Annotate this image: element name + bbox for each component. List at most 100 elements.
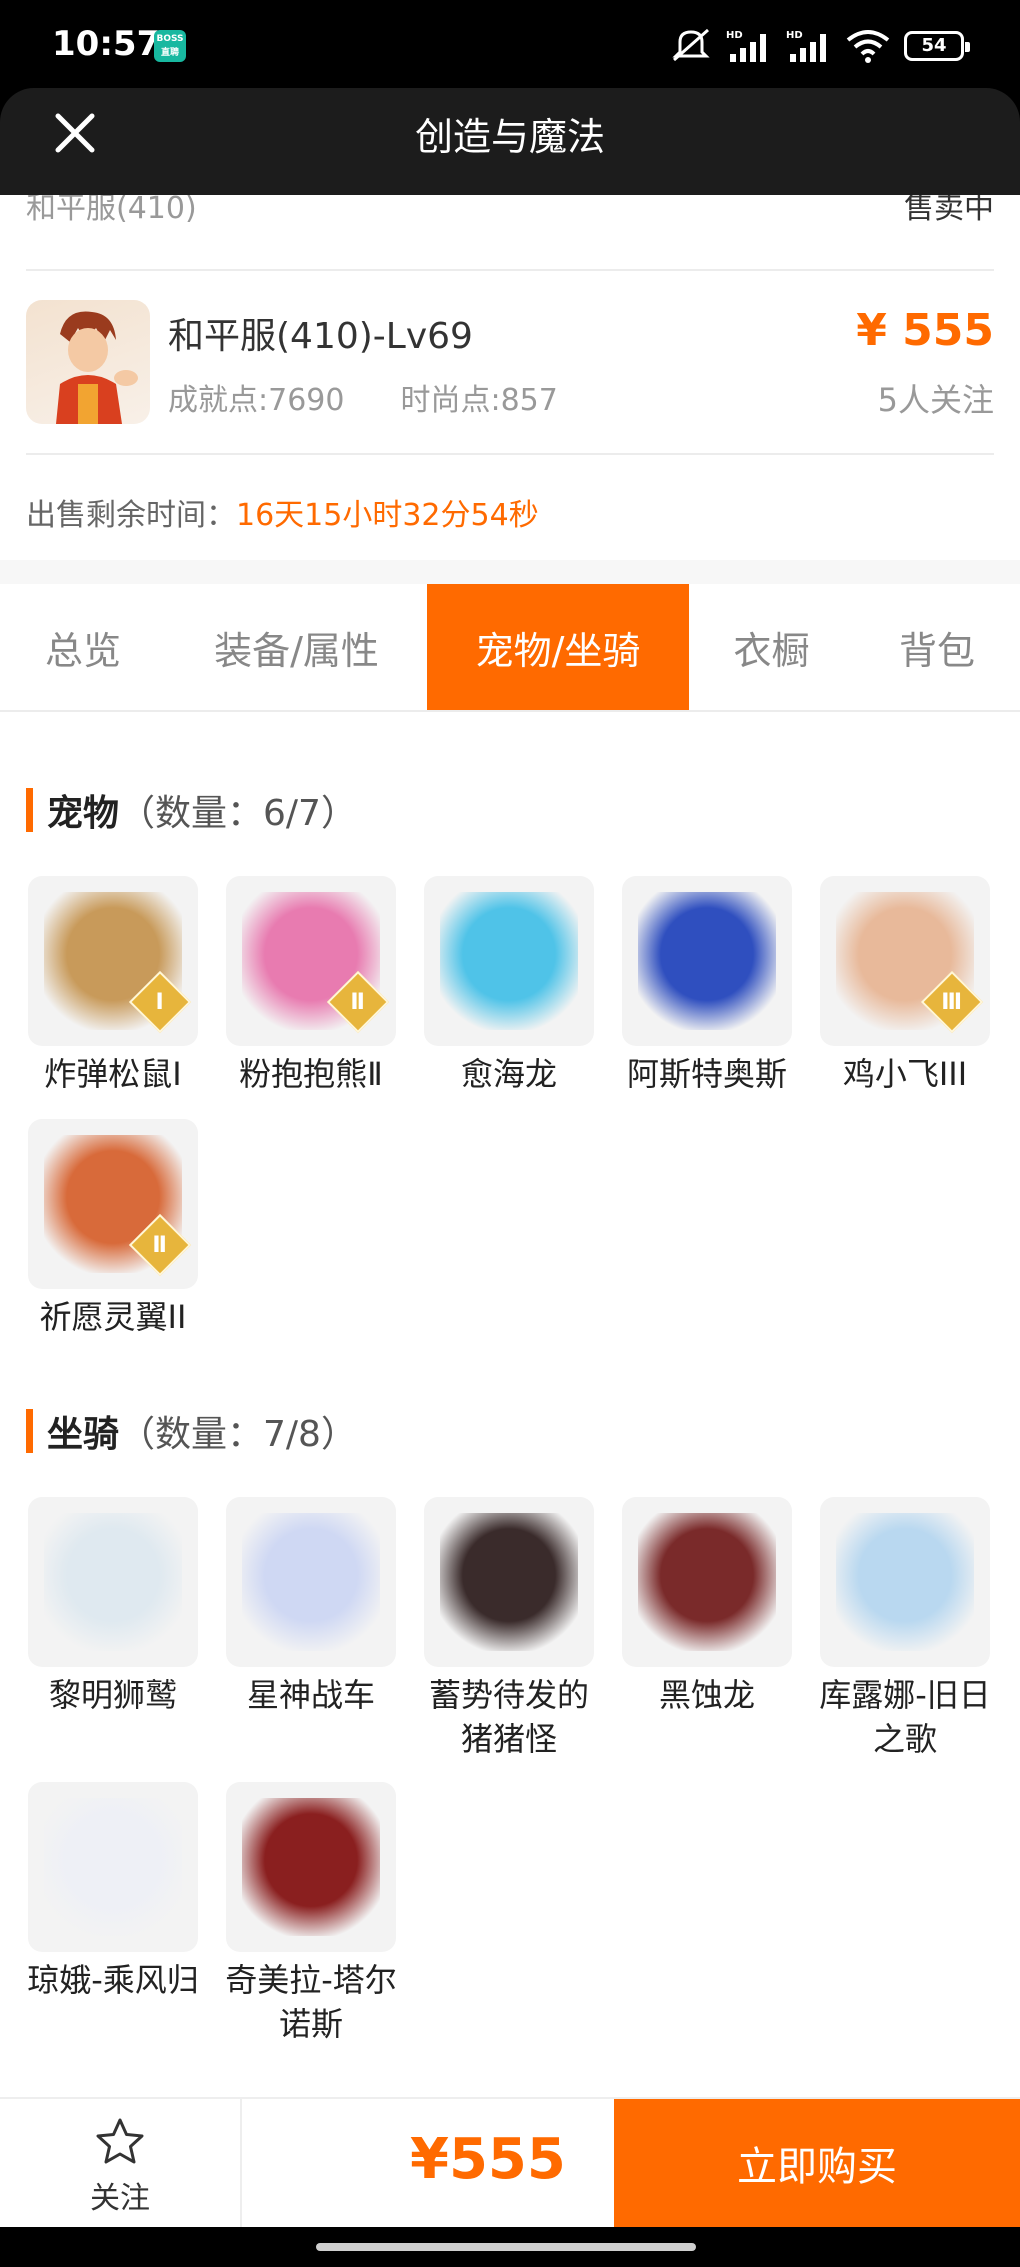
boss-app-icon: BOSS 直聘	[154, 30, 186, 62]
mount-name: 奇美拉-塔尔诺斯	[225, 1961, 397, 2043]
mount-name: 琼娥-乘风归	[27, 1961, 199, 1999]
system-nav-bar	[0, 2227, 1020, 2267]
status-time: 10:57	[52, 24, 161, 64]
pet-thumbnail: Ⅱ	[226, 876, 396, 1046]
listing-price: ¥ 555	[856, 305, 994, 356]
pet-item[interactable]: Ⅰ 炸弹松鼠Ⅰ	[26, 876, 200, 1096]
mount-image	[242, 1513, 380, 1651]
mount-name: 蓄势待发的猪猪怪	[428, 1676, 589, 1758]
mount-item[interactable]: 库露娜-旧日之歌	[818, 1497, 992, 1761]
mount-item[interactable]: 黑蚀龙	[620, 1497, 794, 1717]
battery-icon: 54	[904, 31, 970, 61]
mount-image	[242, 1798, 380, 1936]
svg-text:HD: HD	[726, 30, 743, 41]
pet-thumbnail	[424, 876, 594, 1046]
pet-image	[638, 892, 776, 1030]
pets-title: 宠物	[47, 793, 120, 834]
follow-button[interactable]: 关注	[0, 2099, 242, 2227]
pet-name: 愈海龙	[460, 1055, 557, 1093]
server-label: 和平服(410)	[26, 195, 197, 226]
hd-signal-icon: HD	[786, 30, 826, 62]
top-area: 10:57 BOSS 直聘 HD HD 54 创造与魔法	[0, 0, 1020, 195]
pet-item[interactable]: 愈海龙	[422, 876, 596, 1096]
remaining-time: 出售剩余时间：16天15小时32分54秒	[26, 490, 539, 534]
pet-name: 炸弹松鼠Ⅰ	[44, 1055, 182, 1093]
pet-thumbnail	[622, 876, 792, 1046]
character-avatar	[26, 300, 150, 424]
pet-item[interactable]: Ⅱ 粉抱抱熊Ⅱ	[224, 876, 398, 1096]
mounts-count: （数量：7/8）	[119, 1414, 357, 1455]
character-image	[56, 311, 138, 424]
character-stats: 成就点:7690 时尚点:857	[168, 375, 558, 419]
app-header: 创造与魔法	[0, 88, 1020, 195]
mount-thumbnail	[820, 1497, 990, 1667]
status-bar: 10:57 BOSS 直聘 HD HD 54	[0, 0, 1020, 90]
mount-thumbnail	[622, 1497, 792, 1667]
home-handle[interactable]	[316, 2243, 696, 2251]
follow-label: 关注	[90, 2181, 150, 2216]
page-title: 创造与魔法	[414, 115, 605, 159]
tab-backpack[interactable]: 背包	[854, 584, 1020, 710]
mount-item[interactable]: 琼娥-乘风归	[26, 1782, 200, 2002]
pet-item[interactable]: 阿斯特奥斯	[620, 876, 794, 1096]
fashion-points: 时尚点:857	[400, 383, 558, 418]
pet-item[interactable]: Ⅱ 祈愿灵翼II	[26, 1119, 200, 1339]
pet-name: 阿斯特奥斯	[626, 1055, 787, 1093]
bottom-price: ¥555	[410, 2127, 566, 2192]
mount-name: 黑蚀龙	[658, 1676, 755, 1714]
pet-name: 鸡小飞III	[842, 1055, 968, 1093]
mute-icon	[672, 28, 710, 62]
pets-section-title: 宠物 （数量：6/7）	[26, 784, 357, 836]
mount-image	[836, 1513, 974, 1651]
section-marker	[26, 1409, 33, 1453]
pet-thumbnail: Ⅱ	[28, 1119, 198, 1289]
star-icon	[96, 2118, 144, 2164]
pet-name: 粉抱抱熊Ⅱ	[239, 1055, 383, 1093]
mount-name: 库露娜-旧日之歌	[819, 1676, 991, 1758]
mount-grid: 黎明狮鹫 星神战车 蓄势待发的猪猪怪 黑蚀龙 库露娜-旧日之歌琼娥-乘风归 奇美拉-塔尔诺…	[26, 1497, 996, 2057]
mount-image	[440, 1513, 578, 1651]
tab-wardrobe[interactable]: 衣橱	[689, 584, 854, 710]
watcher-count: 5人关注	[877, 381, 994, 419]
scrolled-row: 和平服(410) 售卖中	[26, 195, 994, 271]
pet-item[interactable]: Ⅲ 鸡小飞III	[818, 876, 992, 1096]
mount-name: 星神战车	[246, 1676, 375, 1714]
sale-status: 售卖中	[904, 195, 994, 226]
listing-info: 和平服(410) 售卖中 和平服(410)-Lv69 成就点:7690 时尚点:8…	[0, 195, 1020, 560]
pet-name: 祈愿灵翼II	[39, 1298, 187, 1336]
pet-image	[440, 892, 578, 1030]
grade-badge-label: Ⅲ	[941, 989, 963, 1015]
tab-equipment[interactable]: 装备/属性	[166, 584, 427, 710]
section-marker	[26, 788, 33, 832]
hd-signal-icon: HD	[726, 30, 766, 62]
mount-item[interactable]: 奇美拉-塔尔诺斯	[224, 1782, 398, 2046]
mount-image	[638, 1513, 776, 1651]
tab-overview[interactable]: 总览	[0, 584, 166, 710]
mount-thumbnail	[28, 1497, 198, 1667]
status-icons: HD HD 54	[670, 28, 970, 64]
mounts-title: 坐骑	[47, 1414, 120, 1455]
pet-thumbnail: Ⅲ	[820, 876, 990, 1046]
mount-thumbnail	[226, 1497, 396, 1667]
achievement-points: 成就点:7690	[168, 383, 345, 418]
mount-item[interactable]: 蓄势待发的猪猪怪	[422, 1497, 596, 1761]
mount-thumbnail	[424, 1497, 594, 1667]
tab-pets-mounts[interactable]: 宠物/坐骑	[427, 584, 689, 710]
mount-item[interactable]: 星神战车	[224, 1497, 398, 1717]
pet-grid: Ⅰ 炸弹松鼠Ⅰ Ⅱ 粉抱抱熊Ⅱ 愈海龙 阿斯特奥斯 Ⅲ 鸡小飞III Ⅱ 祈愿灵翼II	[26, 876, 996, 1336]
detail-tabs: 总览 装备/属性 宠物/坐骑 衣橱 背包	[0, 584, 1020, 712]
section-gap	[0, 560, 1020, 584]
mount-item[interactable]: 黎明狮鹫	[26, 1497, 200, 1717]
mount-image	[44, 1798, 182, 1936]
grade-badge-label: Ⅱ	[152, 1232, 167, 1258]
divider	[26, 453, 994, 455]
svg-text:HD: HD	[786, 30, 803, 41]
mount-image	[44, 1513, 182, 1651]
remaining-time-label: 出售剩余时间：	[26, 498, 236, 533]
buy-now-button[interactable]: 立即购买	[614, 2099, 1020, 2227]
character-title: 和平服(410)-Lv69	[168, 316, 473, 357]
mount-thumbnail	[28, 1782, 198, 1952]
grade-badge-label: Ⅱ	[350, 989, 365, 1015]
pets-count: （数量：6/7）	[119, 793, 357, 834]
grade-badge-label: Ⅰ	[155, 989, 164, 1015]
